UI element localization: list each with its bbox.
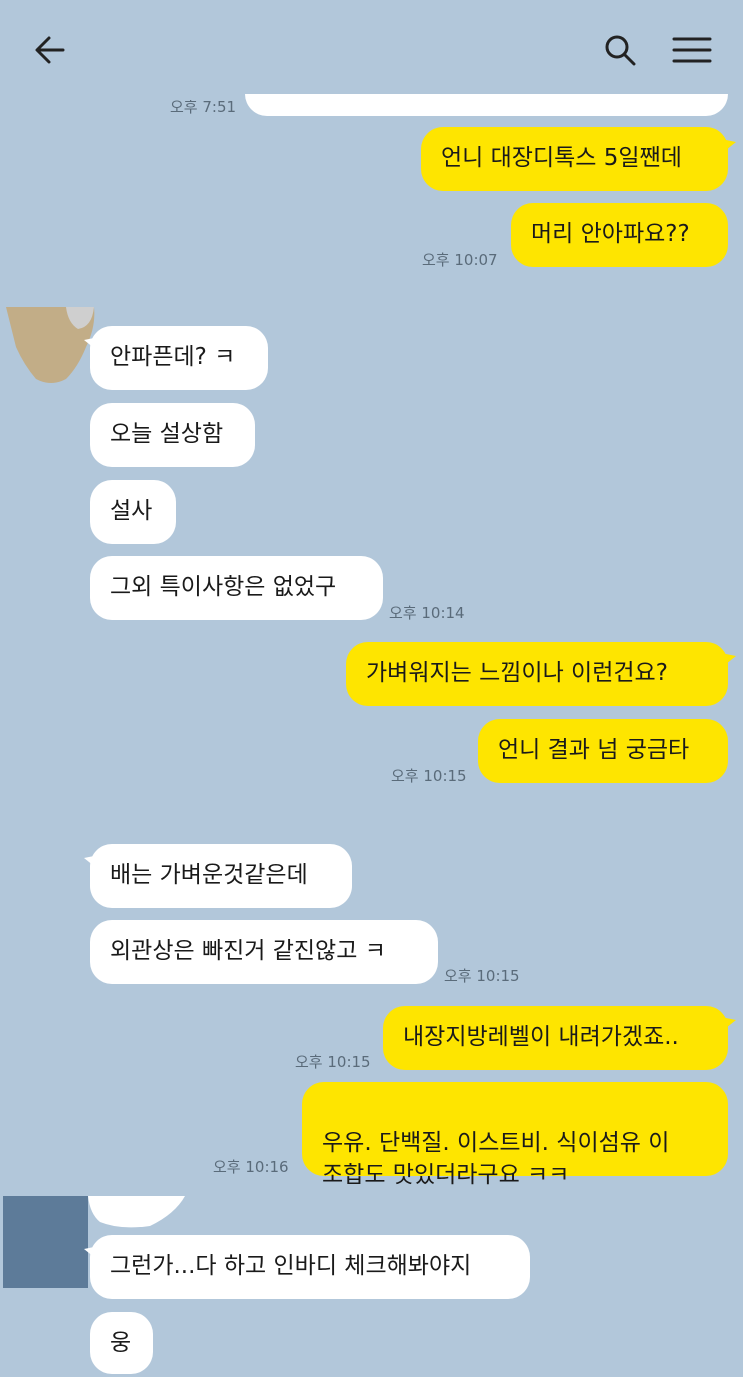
- other-message-bubble[interactable]: 오늘 설상함: [90, 403, 255, 467]
- message-text: 우유. 단백질. 이스트비. 식이섬유 이 조합도 맛있더라구요 ㅋㅋ: [322, 1130, 670, 1188]
- message-time: 오후 10:15: [444, 967, 520, 985]
- message-text: 외관상은 빠진거 같진않고 ㅋ: [110, 938, 386, 964]
- my-message-bubble[interactable]: 우유. 단백질. 이스트비. 식이섬유 이 조합도 맛있더라구요 ㅋㅋ: [302, 1082, 728, 1188]
- message-text: 가벼워지는 느낌이나 이런건요?: [366, 660, 668, 686]
- top-bar: [0, 0, 743, 100]
- other-message-bubble[interactable]: 외관상은 빠진거 같진않고 ㅋ: [90, 920, 438, 984]
- arrow-left-icon: [35, 36, 65, 64]
- back-button[interactable]: [22, 22, 78, 78]
- other-message-bubble[interactable]: 그외 특이사항은 없었구: [90, 556, 383, 620]
- message-time: 오후 10:14: [389, 604, 465, 622]
- my-message-bubble[interactable]: 내장지방레벨이 내려가겠죠..: [383, 1006, 728, 1070]
- message-time: 오후 10:16: [213, 1158, 289, 1176]
- message-time: 오후 10:15: [295, 1053, 371, 1071]
- bubble-tail: [716, 138, 736, 158]
- menu-icon: [672, 37, 712, 63]
- message-text: 그외 특이사항은 없었구: [110, 574, 337, 600]
- message-text: 그런가...다 하고 인바디 체크해봐야지: [110, 1253, 472, 1279]
- message-text: 안파픈데? ㅋ: [110, 344, 236, 370]
- message-time: 오후 10:15: [391, 767, 467, 785]
- message-text: 오늘 설상함: [110, 421, 224, 447]
- other-message-bubble[interactable]: 안파픈데? ㅋ: [90, 326, 268, 390]
- message-bubble-partial: [245, 94, 728, 116]
- other-message-bubble[interactable]: 배는 가벼운것같은데: [90, 844, 352, 908]
- menu-button[interactable]: [664, 22, 720, 78]
- other-message-bubble[interactable]: 웅: [90, 1312, 153, 1374]
- my-message-bubble[interactable]: 언니 대장디톡스 5일짼데: [421, 127, 728, 191]
- message-text: 언니 대장디톡스 5일짼데: [441, 145, 682, 171]
- other-message-bubble[interactable]: 설사: [90, 480, 176, 544]
- message-time: 오후 10:07: [422, 251, 498, 269]
- message-text: 웅: [110, 1330, 132, 1356]
- message-text: 내장지방레벨이 내려가겠죠..: [403, 1024, 679, 1050]
- my-message-bubble[interactable]: 언니 결과 넘 궁금타: [478, 719, 728, 783]
- message-text: 머리 안아파요??: [531, 221, 690, 247]
- message-text: 배는 가벼운것같은데: [110, 862, 308, 888]
- other-message-bubble[interactable]: 그런가...다 하고 인바디 체크해봐야지: [90, 1235, 530, 1299]
- search-button[interactable]: [592, 22, 648, 78]
- my-message-bubble[interactable]: 가벼워지는 느낌이나 이런건요?: [346, 642, 728, 706]
- message-text: 언니 결과 넘 궁금타: [498, 737, 690, 763]
- message-text: 설사: [110, 498, 153, 524]
- my-message-bubble[interactable]: 머리 안아파요??: [511, 203, 728, 267]
- bubble-tail: [716, 1016, 736, 1036]
- search-icon: [605, 35, 636, 66]
- bubble-tail: [716, 652, 736, 672]
